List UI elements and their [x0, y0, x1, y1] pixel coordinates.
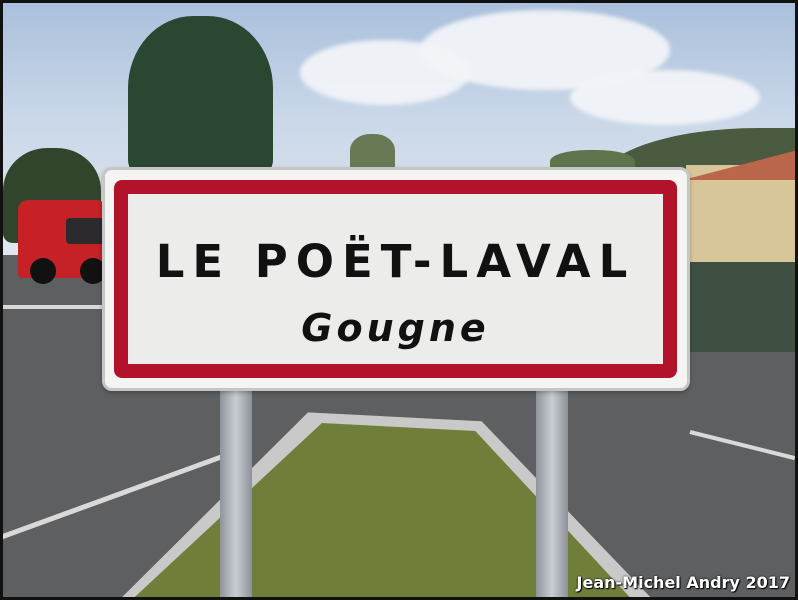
- town-entry-sign: LE POËT-LAVAL Gougne: [102, 167, 690, 391]
- green-fence: [686, 262, 798, 352]
- small-tree: [350, 134, 395, 170]
- sign-town-name: LE POËT-LAVAL: [155, 235, 636, 288]
- van-window: [66, 218, 106, 244]
- left-sign-post: [220, 380, 252, 600]
- photo-scene: LE POËT-LAVAL Gougne Jean-Michel Andry 2…: [0, 0, 798, 600]
- photo-credit: Jean-Michel Andry 2017: [576, 573, 790, 592]
- red-van: [18, 200, 108, 284]
- house: [686, 165, 798, 270]
- sign-red-border: LE POËT-LAVAL Gougne: [114, 180, 677, 378]
- road-marking: [0, 305, 110, 309]
- sign-subtitle: Gougne: [301, 306, 490, 350]
- right-sign-post: [536, 388, 568, 600]
- van-wheel: [30, 258, 56, 284]
- cypress-tree: [128, 16, 273, 176]
- cloud: [570, 70, 760, 125]
